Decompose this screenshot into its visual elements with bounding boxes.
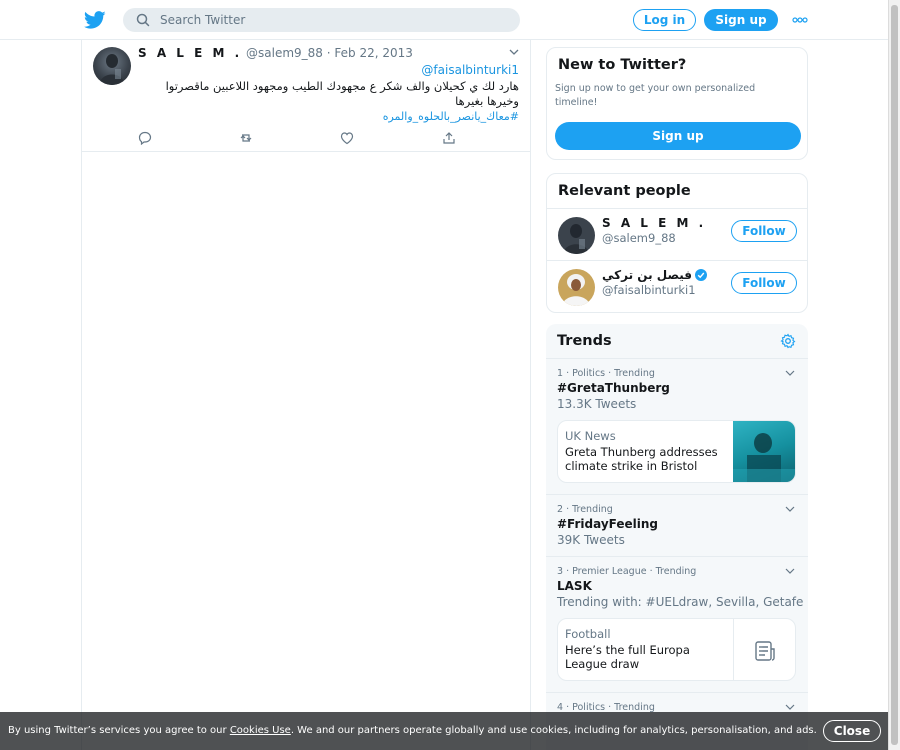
news-card[interactable]: UK News Greta Thunberg addresses climate…: [557, 420, 796, 483]
news-headline: Greta Thunberg addresses climate strike …: [565, 445, 718, 473]
person-row[interactable]: فيصل بن تركي @faisalbinturki1 Follow: [547, 260, 807, 312]
follow-button[interactable]: Follow: [731, 272, 797, 294]
more-options-icon[interactable]: [792, 17, 808, 23]
trend-meta: 2 · Trending: [557, 504, 613, 515]
signup-button[interactable]: Sign up: [704, 9, 778, 31]
share-icon[interactable]: [442, 131, 456, 145]
person-row[interactable]: S A L E M . @salem9_88 Follow: [547, 208, 807, 260]
search-input[interactable]: [160, 11, 500, 29]
chevron-down-icon[interactable]: [785, 704, 795, 710]
verified-badge-icon: [695, 269, 708, 281]
avatar-image: [99, 54, 125, 85]
search-box[interactable]: [123, 8, 520, 32]
chevron-down-icon[interactable]: [508, 48, 520, 56]
top-navigation-bar: Log in Sign up: [0, 0, 888, 40]
reply-icon[interactable]: [138, 131, 152, 145]
avatar[interactable]: [558, 269, 595, 306]
news-thumbnail: [733, 421, 795, 482]
tweet-hashtag-link[interactable]: #معاك_يانصر_بالحلوه_والمره: [383, 110, 519, 123]
article-icon: [755, 641, 775, 661]
news-card[interactable]: Football Here’s the full Europa League d…: [557, 618, 796, 681]
person-name-row: فيصل بن تركي: [602, 268, 708, 282]
avatar-image: [558, 217, 595, 254]
like-icon[interactable]: [340, 131, 354, 145]
news-source: UK News: [565, 429, 616, 443]
trends-panel: Trends 1 · Politics · Trending #GretaThu…: [546, 324, 808, 750]
card-title: Relevant people: [558, 183, 691, 199]
search-icon: [136, 13, 150, 27]
timeline-column: S A L E M . @salem9_88 · Feb 22, 2013 @f…: [81, 40, 531, 750]
trend-meta: 3 · Premier League · Trending: [557, 566, 697, 577]
news-thumbnail-image: [733, 433, 795, 482]
cookie-text-after: . We and our partners operate globally a…: [290, 725, 817, 736]
trend-count: 39K Tweets: [557, 533, 625, 547]
close-button[interactable]: Close: [823, 720, 881, 742]
author-avatar[interactable]: [93, 47, 131, 85]
person-handle[interactable]: @salem9_88: [602, 231, 676, 245]
trends-title: Trends: [557, 333, 612, 349]
card-title: New to Twitter?: [558, 57, 687, 73]
trend-name[interactable]: LASK: [557, 579, 592, 593]
trend-count: 13.3K Tweets: [557, 397, 637, 411]
chevron-down-icon[interactable]: [785, 506, 795, 512]
gear-icon[interactable]: [780, 333, 796, 349]
news-thumbnail: [733, 619, 795, 680]
person-name[interactable]: فيصل بن تركي: [602, 268, 692, 282]
retweet-icon[interactable]: [239, 131, 253, 145]
follow-button[interactable]: Follow: [731, 220, 797, 242]
trend-count: Trending with: #UELdraw, Sevilla, Getafe: [557, 595, 804, 609]
signup-card-button[interactable]: Sign up: [555, 122, 801, 150]
card-subtitle: Sign up now to get your own personalized…: [555, 83, 756, 108]
scrollbar-thumb[interactable]: [891, 5, 898, 745]
cookie-banner: By using Twitter’s services you agree to…: [0, 712, 888, 750]
tweet-header: S A L E M . @salem9_88 · Feb 22, 2013: [138, 46, 413, 60]
trend-name[interactable]: #FridayFeeling: [557, 517, 658, 531]
chevron-down-icon[interactable]: [785, 568, 795, 574]
author-handle[interactable]: @salem9_88: [246, 46, 323, 60]
avatar[interactable]: [558, 217, 595, 254]
relevant-people-card: Relevant people S A L E M . @salem9_88 F…: [546, 173, 808, 313]
tweet-text: هارد لك ي كحيلان والف شكر ع مجهودك الطيب…: [165, 79, 519, 108]
login-button[interactable]: Log in: [633, 9, 696, 31]
trend-name[interactable]: #GretaThunberg: [557, 381, 670, 395]
trend-meta: 1 · Politics · Trending: [557, 368, 655, 379]
cookie-text: By using Twitter’s services you agree to…: [8, 725, 817, 736]
chevron-down-icon[interactable]: [785, 370, 795, 376]
news-source: Football: [565, 627, 611, 641]
avatar-image: [558, 269, 595, 306]
cookies-use-link[interactable]: Cookies Use: [230, 725, 291, 736]
cookie-text-before: By using Twitter’s services you agree to…: [8, 725, 230, 736]
author-name[interactable]: S A L E M .: [138, 46, 242, 60]
twitter-bird-icon[interactable]: [84, 9, 106, 31]
person-handle[interactable]: @faisalbinturki1: [602, 283, 696, 297]
meta-separator: ·: [326, 46, 331, 60]
tweet-mention-link[interactable]: @faisalbinturki1: [421, 63, 519, 77]
trend-item[interactable]: 3 · Premier League · Trending LASK Trend…: [546, 556, 808, 692]
person-name[interactable]: S A L E M .: [602, 216, 706, 230]
trend-item[interactable]: 2 · Trending #FridayFeeling 39K Tweets: [546, 494, 808, 556]
tweet-date[interactable]: Feb 22, 2013: [334, 46, 413, 60]
trend-item[interactable]: 1 · Politics · Trending #GretaThunberg 1…: [546, 358, 808, 494]
tweet[interactable]: S A L E M . @salem9_88 · Feb 22, 2013 @f…: [82, 40, 531, 152]
new-to-twitter-card: New to Twitter? Sign up now to get your …: [546, 47, 808, 160]
news-headline: Here’s the full Europa League draw: [565, 643, 690, 671]
